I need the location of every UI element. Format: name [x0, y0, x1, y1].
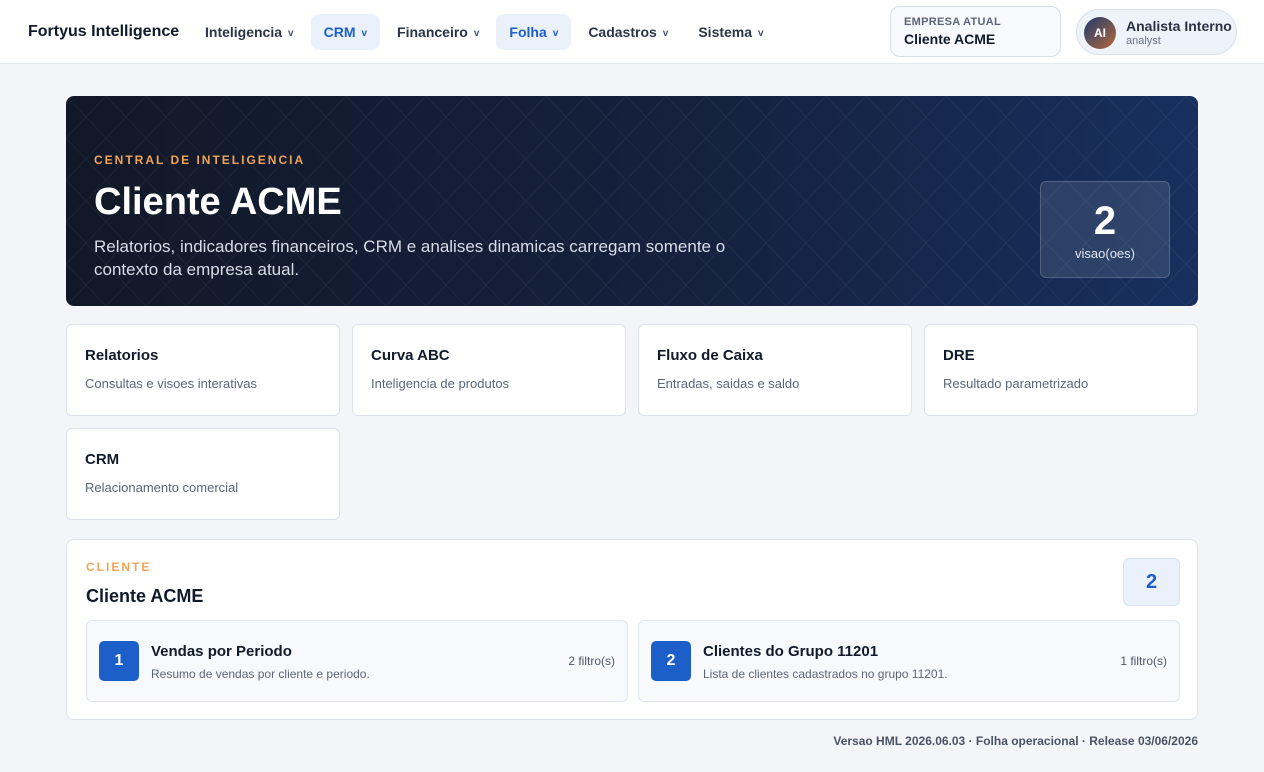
client-panel: CLIENTE Cliente ACME 2 1 Vendas por Peri…	[66, 539, 1198, 720]
view-title: Clientes do Grupo 11201	[703, 643, 879, 660]
views-count-label: visao(oes)	[1075, 246, 1135, 261]
card-subtitle: Entradas, saidas e saldo	[657, 376, 800, 391]
nav-folha[interactable]: Folha v	[496, 14, 572, 50]
nav-label: Folha	[509, 24, 547, 40]
module-card-crm[interactable]: CRM Relacionamento comercial	[66, 428, 340, 520]
card-title: DRE	[943, 347, 975, 364]
module-card-curva-abc[interactable]: Curva ABC Inteligencia de produtos	[352, 324, 626, 416]
chevron-down-icon: v	[662, 28, 669, 39]
nav-inteligencia[interactable]: Inteligencia v	[192, 14, 307, 50]
module-card-dre[interactable]: DRE Resultado parametrizado	[924, 324, 1198, 416]
chevron-down-icon: v	[552, 28, 559, 39]
view-card-vendas-por-periodo[interactable]: 1 Vendas por Periodo Resumo de vendas po…	[86, 620, 628, 702]
chevron-down-icon: v	[758, 28, 764, 39]
panel-title: Cliente ACME	[86, 586, 204, 606]
hero-banner: CENTRAL DE INTELIGENCIA Cliente ACME Rel…	[66, 96, 1198, 306]
nav-crm[interactable]: CRM v	[310, 14, 381, 50]
view-title: Vendas por Periodo	[151, 643, 292, 660]
nav-label: CRM	[323, 24, 356, 40]
main-nav: Inteligencia v CRM v Financeiro v Folha v Ca…	[192, 14, 777, 50]
chevron-down-icon: v	[288, 28, 294, 39]
nav-label: Cadastros	[588, 24, 657, 40]
view-description: Resumo de vendas por cliente e periodo.	[151, 667, 370, 681]
nav-label: Financeiro	[397, 24, 468, 40]
nav-financeiro[interactable]: Financeiro v	[384, 14, 492, 50]
company-value: Cliente ACME	[904, 31, 996, 47]
avatar: AI	[1084, 17, 1116, 49]
top-navbar: Fortyus Intelligence Inteligencia v CRM v …	[0, 0, 1264, 64]
card-title: CRM	[85, 451, 120, 468]
version-footer: Versao HML 2026.06.03 · Folha operaciona…	[833, 734, 1198, 748]
card-subtitle: Consultas e visoes interativas	[85, 376, 257, 391]
view-description: Lista de clientes cadastrados no grupo 1…	[703, 667, 948, 681]
user-role: analyst	[1126, 35, 1161, 47]
company-label: EMPRESA ATUAL	[904, 16, 1001, 28]
view-filter-count: 1 filtro(s)	[1120, 654, 1167, 668]
view-number: 2	[651, 641, 691, 681]
card-title: Relatorios	[85, 347, 159, 364]
card-title: Fluxo de Caixa	[657, 347, 763, 364]
views-count-badge: 2 visao(oes)	[1040, 181, 1170, 278]
view-card-clientes-do-grupo[interactable]: 2 Clientes do Grupo 11201 Lista de clien…	[638, 620, 1180, 702]
hero-eyebrow: CENTRAL DE INTELIGENCIA	[94, 153, 306, 167]
hero-title: Cliente ACME	[94, 181, 342, 223]
nav-label: Inteligencia	[205, 24, 283, 40]
nav-cadastros[interactable]: Cadastros v	[575, 14, 681, 50]
card-subtitle: Resultado parametrizado	[943, 376, 1089, 391]
view-filter-count: 2 filtro(s)	[568, 654, 615, 668]
chevron-down-icon: v	[473, 28, 480, 39]
card-subtitle: Inteligencia de produtos	[371, 376, 510, 391]
nav-label: Sistema	[698, 24, 753, 40]
user-name: Analista Interno	[1126, 18, 1232, 34]
panel-count-badge: 2	[1123, 558, 1180, 606]
user-menu[interactable]: AI Analista Interno analyst	[1076, 9, 1237, 55]
view-number: 1	[99, 641, 139, 681]
card-subtitle: Relacionamento comercial	[85, 480, 239, 495]
panel-eyebrow: CLIENTE	[86, 560, 152, 574]
card-title: Curva ABC	[371, 347, 450, 364]
company-selector[interactable]: EMPRESA ATUAL Cliente ACME	[890, 6, 1061, 57]
module-card-relatorios[interactable]: Relatorios Consultas e visoes interativa…	[66, 324, 340, 416]
hero-description: Relatorios, indicadores financeiros, CRM…	[94, 237, 726, 279]
nav-sistema[interactable]: Sistema v	[685, 14, 776, 50]
brand-logo[interactable]: Fortyus Intelligence	[28, 23, 179, 41]
module-card-fluxo-de-caixa[interactable]: Fluxo de Caixa Entradas, saidas e saldo	[638, 324, 912, 416]
chevron-down-icon: v	[361, 28, 368, 39]
views-count-value: 2	[1093, 199, 1117, 243]
